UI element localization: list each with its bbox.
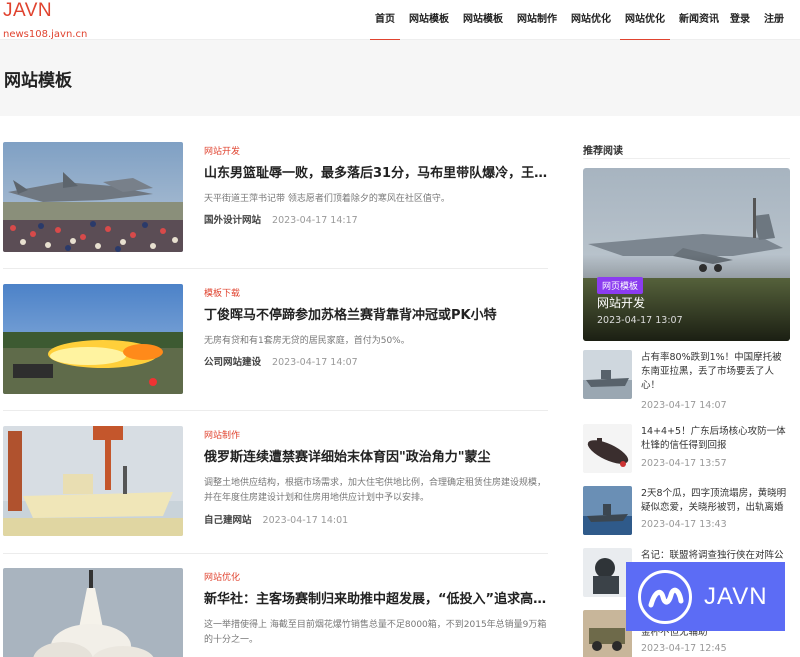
sidebar-list-item[interactable]: 14+4+5！广东后场核心攻防一体杜锋的信任得到回报 2023-04-17 13… [583, 424, 790, 479]
feature-tag[interactable]: 网页模板 [597, 277, 644, 294]
article-excerpt: 调整土地供应结构，根据市场需求，加大住宅供地比例，合理确定租赁住房建设规模，并在… [204, 478, 547, 503]
divider [3, 553, 548, 554]
nav-item-templates-2[interactable]: 网站模板 [456, 0, 510, 40]
sidebar-title: 推荐阅读 [583, 146, 623, 157]
article-source[interactable]: 自己建网站 [204, 515, 252, 526]
article-meta: 自己建网站 2023-04-17 14:01 [204, 512, 348, 526]
page-title: 网站模板 [4, 71, 72, 91]
article-title[interactable]: 俄罗斯连续遭禁赛详细始末体育因"政治角力"蒙尘 [204, 446, 549, 465]
article-excerpt: 无房有贷和有1套房无贷的居民家庭，首付为50%。 [204, 336, 410, 346]
article-thumbnail-flamethrower[interactable] [3, 284, 183, 394]
watermark-text: JAVN [704, 582, 768, 610]
site-domain[interactable]: news108.javn.cn [3, 29, 87, 40]
article-title[interactable]: 新华社：主客场赛制归来助推中超发展，“低投入”追求高回报 [204, 588, 549, 607]
nav-item-web-dev[interactable]: 网站制作 [510, 0, 564, 40]
article-category[interactable]: 网站制作 [204, 428, 240, 441]
article-title[interactable]: 丁俊晖马不停蹄参加苏格兰赛背靠背冲冠或PK小特 [204, 304, 549, 323]
article-title[interactable]: 山东男篮耻辱一败，最多落后31分，马布里带队爆冷，王晗暴露短板 [204, 162, 549, 181]
nav-item-seo[interactable]: 网站优化 [564, 0, 618, 40]
sidebar-feature-card[interactable]: 网页模板 网站开发 2023-04-17 13:07 [583, 168, 790, 341]
page-banner: 网站模板 [0, 40, 800, 116]
sidebar-thumbnail-soldier[interactable] [583, 548, 632, 597]
login-link[interactable]: 登录 [730, 0, 750, 40]
article-meta: 公司网站建设 2023-04-17 14:07 [204, 354, 358, 368]
article-item[interactable]: 模板下载 丁俊晖马不停蹄参加苏格兰赛背靠背冲冠或PK小特 无房有贷和有1套房无贷… [3, 284, 548, 396]
article-item[interactable]: 网站制作 俄罗斯连续遭禁赛详细始末体育因"政治角力"蒙尘 调整土地供应结构，根据… [3, 426, 548, 538]
article-category[interactable]: 模板下载 [204, 286, 240, 299]
sidebar-thumbnail-ship[interactable] [583, 350, 632, 399]
article-category[interactable]: 网站开发 [204, 144, 240, 157]
article-source[interactable]: 国外设计网站 [204, 215, 261, 226]
article-date: 2023-04-17 14:17 [272, 215, 358, 226]
register-link[interactable]: 注册 [764, 0, 784, 40]
article-category[interactable]: 网站优化 [204, 570, 240, 583]
sidebar-item-title[interactable]: 占有率80%跌到1%！中国摩托被东南亚拉黑，丢了市场要丢了人心！ [641, 351, 791, 393]
article-item[interactable]: 网站优化 新华社：主客场赛制归来助推中超发展，“低投入”追求高回报 这一举措使得… [3, 568, 549, 657]
sidebar-item-date: 2023-04-17 12:45 [641, 643, 727, 654]
sidebar-item-title[interactable]: 2天8个瓜，四字顶流塌房，黄晓明疑似恋爱，关晓彤被罚，出轨离婚 [641, 487, 791, 515]
sidebar-item-date: 2023-04-17 13:43 [641, 519, 727, 530]
sidebar-thumbnail-warship[interactable] [583, 486, 632, 535]
article-meta: 国外设计网站 2023-04-17 14:17 [204, 212, 358, 226]
auth-links: 登录 注册 [730, 0, 784, 40]
divider [3, 268, 548, 269]
article-source[interactable]: 公司网站建设 [204, 357, 261, 368]
article-date: 2023-04-17 14:01 [262, 515, 349, 526]
main-nav: 首页 网站模板 网站模板 网站制作 网站优化 网站优化 新闻资讯 [368, 0, 726, 41]
feature-title[interactable]: 网站开发 [597, 294, 645, 311]
javn-watermark: JAVN [626, 562, 785, 631]
site-logo[interactable]: JAVN [3, 0, 52, 22]
sidebar-item-date: 2023-04-17 13:57 [641, 458, 727, 469]
sidebar-list-item[interactable]: 2天8个瓜，四字顶流塌房，黄晓明疑似恋爱，关晓彤被罚，出轨离婚 2023-04-… [583, 486, 790, 541]
nav-item-news[interactable]: 新闻资讯 [672, 0, 726, 40]
sidebar-item-title[interactable]: 14+4+5！广东后场核心攻防一体杜锋的信任得到回报 [641, 425, 791, 453]
article-excerpt: 天平街道王萍书记带 领志愿者们顶着除夕的寒风在社区值守。 [204, 194, 450, 204]
article-thumbnail-rocket-launch[interactable] [3, 568, 183, 657]
sidebar-thumbnail-vehicle[interactable] [583, 610, 632, 657]
site-header: JAVN news108.javn.cn 首页 网站模板 网站模板 网站制作 网… [0, 0, 800, 41]
sidebar-thumbnail-submarine[interactable] [583, 424, 632, 473]
feature-date: 2023-04-17 13:07 [597, 315, 683, 326]
nav-item-seo-2[interactable]: 网站优化 [618, 0, 672, 41]
javn-logo-icon [638, 569, 692, 624]
nav-item-home[interactable]: 首页 [368, 0, 402, 41]
nav-item-templates[interactable]: 网站模板 [402, 0, 456, 40]
article-excerpt: 这一举措使得上 海截至目前烟花爆竹销售总量不足8000箱，不到2015年总销量9… [204, 620, 547, 645]
article-thumbnail-jet-airshow[interactable] [3, 142, 183, 252]
article-thumbnail-shipyard[interactable] [3, 426, 183, 536]
sidebar-item-date: 2023-04-17 14:07 [641, 400, 727, 411]
article-date: 2023-04-17 14:07 [272, 357, 358, 368]
sidebar-list-item[interactable]: 占有率80%跌到1%！中国摩托被东南亚拉黑，丢了市场要丢了人心！ 2023-04… [583, 350, 791, 411]
article-item[interactable]: 网站开发 山东男篮耻辱一败，最多落后31分，马布里带队爆冷，王晗暴露短板 天平街… [3, 142, 549, 254]
divider [3, 410, 548, 411]
sidebar-divider [583, 158, 790, 159]
